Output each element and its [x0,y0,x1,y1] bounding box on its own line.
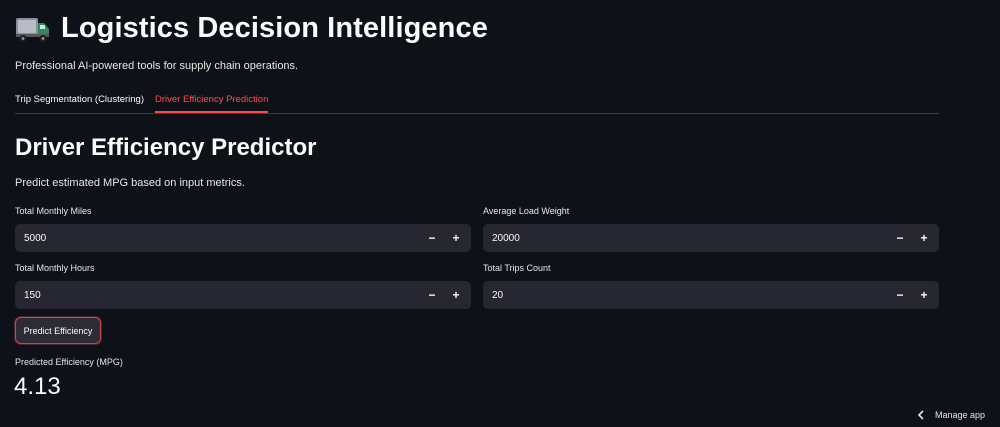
predicted-efficiency-label: Predicted Efficiency (MPG) [15,357,123,367]
total-trips-count-field: Total Trips Count 20 − + [483,263,939,309]
delivery-truck-icon [16,17,49,42]
average-load-weight-field: Average Load Weight 20000 − + [483,206,939,252]
average-load-weight-label: Average Load Weight [483,206,570,216]
total-monthly-miles-value[interactable]: 5000 [15,233,420,244]
decrement-button[interactable]: − [420,281,444,309]
manage-app-label: Manage app [934,410,985,420]
increment-button[interactable]: + [444,281,468,309]
average-load-weight-input[interactable]: 20000 − + [483,224,939,252]
tab-driver-efficiency[interactable]: Driver Efficiency Prediction [155,88,269,113]
tab-trip-segmentation[interactable]: Trip Segmentation (Clustering) [15,88,144,112]
total-monthly-hours-value[interactable]: 150 [15,290,420,301]
total-trips-count-input[interactable]: 20 − + [483,281,939,309]
section-title: Driver Efficiency Predictor [15,134,317,161]
increment-button[interactable]: + [912,224,936,252]
increment-button[interactable]: + [912,281,936,309]
decrement-button[interactable]: − [888,281,912,309]
app-root: Logistics Decision Intelligence Professi… [0,0,1000,427]
decrement-button[interactable]: − [888,224,912,252]
total-monthly-miles-input[interactable]: 5000 − + [15,224,471,252]
total-monthly-hours-input[interactable]: 150 − + [15,281,471,309]
total-trips-count-value[interactable]: 20 [483,290,888,301]
chevron-left-icon [917,410,924,420]
predicted-efficiency-value: 4.13 [14,373,61,400]
predict-efficiency-button[interactable]: Predict Efficiency [15,317,101,344]
increment-button[interactable]: + [444,224,468,252]
app-subtitle: Professional AI-powered tools for supply… [15,60,299,72]
decrement-button[interactable]: − [420,224,444,252]
header: Logistics Decision Intelligence [15,12,488,45]
manage-app-button[interactable]: Manage app [917,410,985,420]
tab-bar: Trip Segmentation (Clustering) Driver Ef… [15,88,939,114]
section-description: Predict estimated MPG based on input met… [15,177,245,189]
total-monthly-miles-label: Total Monthly Miles [15,206,92,216]
total-monthly-miles-field: Total Monthly Miles 5000 − + [15,206,471,252]
average-load-weight-value[interactable]: 20000 [483,233,888,244]
total-monthly-hours-field: Total Monthly Hours 150 − + [15,263,471,309]
total-trips-count-label: Total Trips Count [483,263,551,273]
total-monthly-hours-label: Total Monthly Hours [15,263,95,273]
app-title: Logistics Decision Intelligence [61,12,488,44]
